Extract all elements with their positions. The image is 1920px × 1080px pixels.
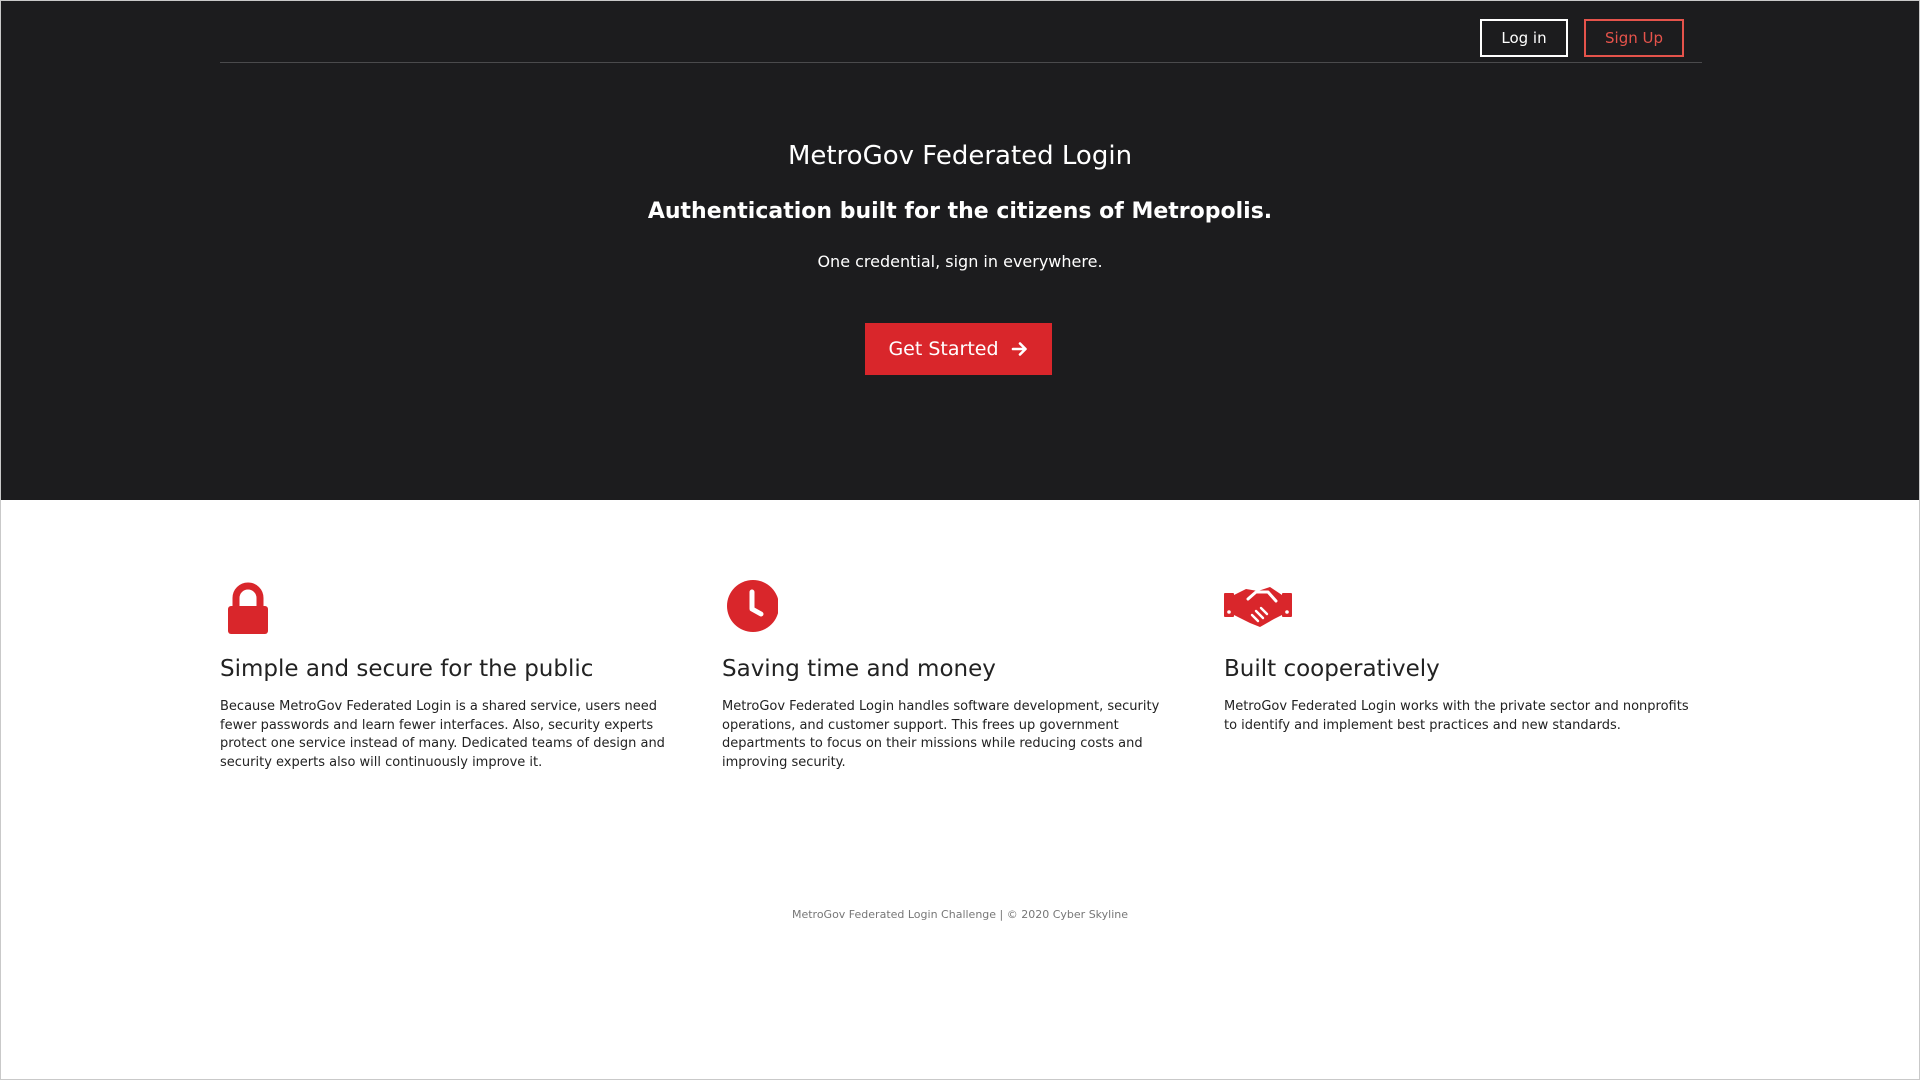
feature-text: Because MetroGov Federated Login is a sh…	[220, 699, 665, 770]
signup-button[interactable]: Sign Up	[1584, 19, 1684, 57]
login-button[interactable]: Log in	[1480, 19, 1568, 57]
arrow-right-icon	[1011, 340, 1029, 358]
hero-tagline: One credential, sign in everywhere.	[817, 252, 1103, 271]
page: Log in Sign Up MetroGov Federated Login …	[0, 0, 1920, 1080]
feature-title: Saving time and money	[722, 656, 996, 682]
lock-icon	[220, 579, 692, 635]
handshake-icon	[1224, 579, 1696, 635]
hero-section: Log in Sign Up MetroGov Federated Login …	[1, 1, 1919, 500]
clock-icon	[722, 579, 1194, 635]
feature-text: MetroGov Federated Login handles softwar…	[722, 699, 1160, 770]
get-started-label: Get Started	[888, 338, 999, 360]
feature-saving-time: Saving time and money MetroGov Federated…	[722, 579, 1194, 770]
feature-text: MetroGov Federated Login works with the …	[1224, 699, 1689, 733]
feature-title: Simple and secure for the public	[220, 656, 594, 682]
feature-built-cooperatively: Built cooperatively MetroGov Federated L…	[1224, 579, 1696, 733]
get-started-button[interactable]: Get Started	[865, 323, 1052, 375]
hero-subtitle: Authentication built for the citizens of…	[647, 199, 1273, 224]
feature-title: Built cooperatively	[1224, 656, 1440, 682]
hero-title: MetroGov Federated Login	[787, 141, 1133, 171]
footer-text: MetroGov Federated Login Challenge | © 2…	[791, 908, 1129, 921]
feature-simple-secure: Simple and secure for the public Because…	[220, 579, 692, 770]
top-navigation: Log in Sign Up	[220, 1, 1702, 63]
